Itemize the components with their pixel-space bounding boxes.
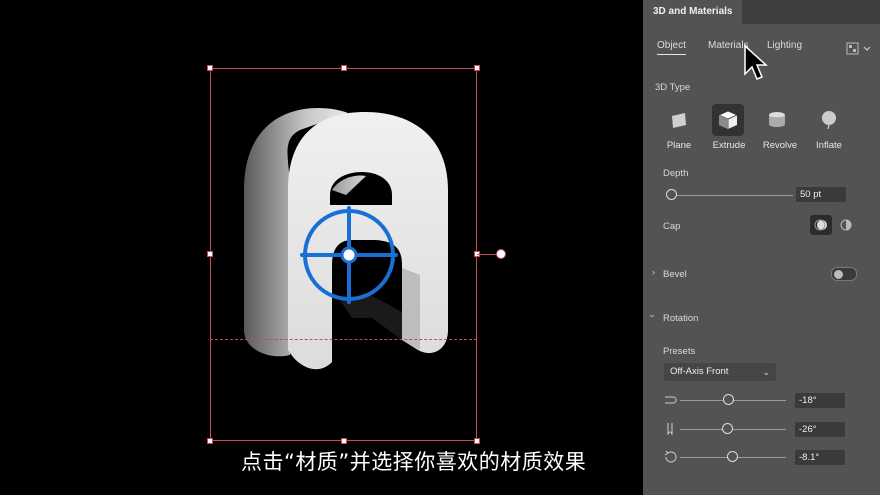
rotation-x-field[interactable]: -18°: [795, 393, 845, 408]
resize-handle-bl[interactable]: [207, 438, 213, 444]
panel-header: 3D and Materials: [643, 0, 880, 24]
render-settings-icon[interactable]: [846, 42, 874, 56]
cap-on-button[interactable]: [810, 215, 832, 235]
rotate-y-axis-icon: [667, 423, 673, 436]
rotation-y-slider-knob[interactable]: [722, 423, 733, 434]
resize-handle-tm[interactable]: [341, 65, 347, 71]
resize-handle-bm[interactable]: [341, 438, 347, 444]
rotation-handle[interactable]: [496, 249, 506, 259]
type-extrude-button[interactable]: [712, 104, 744, 136]
baseline-guide: [210, 339, 477, 340]
cap-off-icon: [840, 219, 852, 231]
rotation-chevron-icon[interactable]: ›: [648, 315, 658, 318]
presets-label: Presets: [663, 346, 696, 357]
depth-label: Depth: [663, 168, 689, 179]
type-extrude-label: Extrude: [712, 140, 746, 151]
rotation-y-field[interactable]: -26°: [795, 422, 845, 437]
panel-title-tab[interactable]: 3D and Materials: [643, 0, 743, 24]
rotation-z-slider-knob[interactable]: [727, 451, 738, 462]
subtitle-caption: 点击“材质”并选择你喜欢的材质效果: [241, 450, 587, 474]
type-plane-label: Plane: [666, 140, 692, 151]
chevron-down-icon: ⌄: [762, 367, 770, 377]
bevel-toggle[interactable]: [831, 267, 857, 281]
tab-object[interactable]: Object: [657, 40, 686, 55]
rotation-label: Rotation: [663, 313, 699, 324]
artboard-canvas[interactable]: 点击“材质”并选择你喜欢的材质效果: [0, 0, 643, 495]
cap-off-button[interactable]: [836, 215, 856, 235]
rotation-preset-select[interactable]: Off-Axis Front ⌄: [664, 363, 776, 381]
bevel-chevron-icon[interactable]: ›: [652, 267, 655, 277]
rotation-handle-line: [477, 254, 497, 255]
crosshair-target-icon[interactable]: [294, 200, 404, 310]
depth-value-field[interactable]: 50 pt: [796, 187, 846, 202]
cap-on-icon: [814, 219, 827, 231]
type-revolve-button[interactable]: [761, 104, 793, 136]
extrude-cube-icon: [718, 110, 738, 129]
cap-label: Cap: [663, 221, 681, 232]
type-plane-button[interactable]: [663, 104, 695, 136]
rotate-z-axis-icon: [664, 450, 677, 463]
depth-slider-knob[interactable]: [666, 189, 677, 200]
rotation-x-slider-knob[interactable]: [723, 394, 734, 405]
inflate-balloon-icon: [822, 111, 836, 130]
rotation-z-field[interactable]: -8.1°: [795, 450, 845, 465]
rotate-x-axis-icon: [665, 396, 677, 404]
plane-icon: [672, 113, 686, 128]
type-revolve-label: Revolve: [762, 140, 798, 151]
resize-handle-ml[interactable]: [207, 251, 213, 257]
preset-value: Off-Axis Front: [670, 366, 729, 377]
resize-handle-br[interactable]: [474, 438, 480, 444]
tab-lighting[interactable]: Lighting: [767, 40, 802, 51]
resize-handle-tl[interactable]: [207, 65, 213, 71]
resize-handle-tr[interactable]: [474, 65, 480, 71]
type-inflate-label: Inflate: [816, 140, 842, 151]
mouse-cursor-icon: [744, 44, 768, 80]
type-inflate-button[interactable]: [813, 104, 845, 136]
revolve-icon: [769, 112, 785, 127]
rotation-y-slider-track[interactable]: [680, 429, 786, 430]
depth-slider-track[interactable]: [671, 195, 793, 196]
bevel-label: Bevel: [663, 269, 687, 280]
3d-type-section-label: 3D Type: [655, 82, 691, 93]
